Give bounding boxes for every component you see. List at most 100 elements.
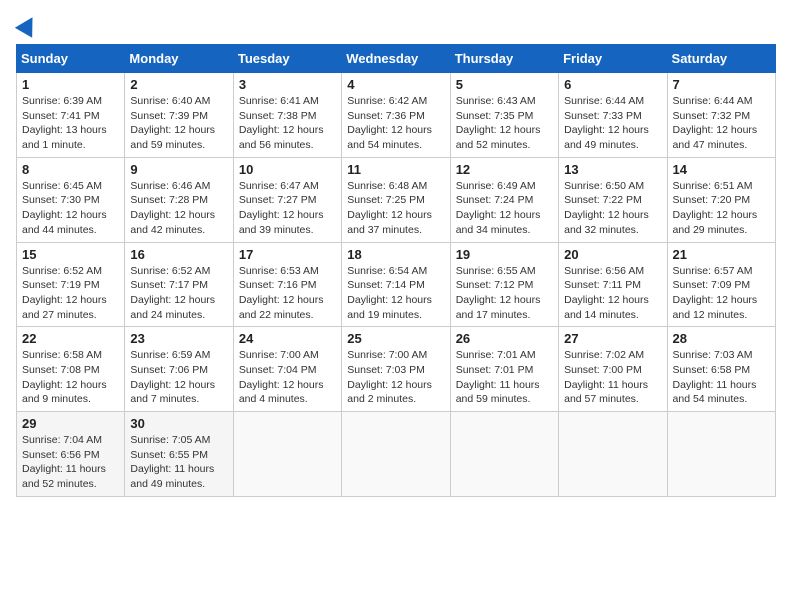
calendar-week-row: 29 Sunrise: 7:04 AM Sunset: 6:56 PM Dayl… — [17, 412, 776, 497]
day-info: Sunrise: 6:56 AM Sunset: 7:11 PM Dayligh… — [564, 264, 661, 323]
day-number: 28 — [673, 331, 770, 346]
sunset-label: Sunset: 7:01 PM — [456, 364, 534, 376]
calendar-cell: 22 Sunrise: 6:58 AM Sunset: 7:08 PM Dayl… — [17, 327, 125, 412]
day-number: 7 — [673, 77, 770, 92]
sunrise-label: Sunrise: 6:58 AM — [22, 349, 102, 361]
calendar-week-row: 15 Sunrise: 6:52 AM Sunset: 7:19 PM Dayl… — [17, 242, 776, 327]
logo — [16, 16, 38, 34]
calendar-cell — [233, 412, 341, 497]
day-number: 16 — [130, 247, 227, 262]
calendar-cell: 21 Sunrise: 6:57 AM Sunset: 7:09 PM Dayl… — [667, 242, 775, 327]
day-info: Sunrise: 6:42 AM Sunset: 7:36 PM Dayligh… — [347, 94, 444, 153]
day-info: Sunrise: 6:52 AM Sunset: 7:19 PM Dayligh… — [22, 264, 119, 323]
day-number: 21 — [673, 247, 770, 262]
sunset-label: Sunset: 7:39 PM — [130, 110, 208, 122]
col-header-wednesday: Wednesday — [342, 45, 450, 73]
day-info: Sunrise: 7:04 AM Sunset: 6:56 PM Dayligh… — [22, 433, 119, 492]
calendar-cell — [559, 412, 667, 497]
daylight-label: Daylight: 12 hours and 12 minutes. — [673, 294, 758, 321]
day-info: Sunrise: 6:58 AM Sunset: 7:08 PM Dayligh… — [22, 348, 119, 407]
sunset-label: Sunset: 7:38 PM — [239, 110, 317, 122]
sunset-label: Sunset: 7:08 PM — [22, 364, 100, 376]
day-info: Sunrise: 6:49 AM Sunset: 7:24 PM Dayligh… — [456, 179, 553, 238]
sunrise-label: Sunrise: 6:52 AM — [130, 265, 210, 277]
day-number: 27 — [564, 331, 661, 346]
calendar-cell: 28 Sunrise: 7:03 AM Sunset: 6:58 PM Dayl… — [667, 327, 775, 412]
col-header-sunday: Sunday — [17, 45, 125, 73]
daylight-label: Daylight: 12 hours and 2 minutes. — [347, 379, 432, 406]
sunset-label: Sunset: 7:17 PM — [130, 279, 208, 291]
sunset-label: Sunset: 7:14 PM — [347, 279, 425, 291]
calendar-cell: 24 Sunrise: 7:00 AM Sunset: 7:04 PM Dayl… — [233, 327, 341, 412]
day-info: Sunrise: 6:57 AM Sunset: 7:09 PM Dayligh… — [673, 264, 770, 323]
sunset-label: Sunset: 7:41 PM — [22, 110, 100, 122]
daylight-label: Daylight: 12 hours and 49 minutes. — [564, 124, 649, 151]
sunset-label: Sunset: 7:00 PM — [564, 364, 642, 376]
day-info: Sunrise: 6:55 AM Sunset: 7:12 PM Dayligh… — [456, 264, 553, 323]
calendar-cell: 12 Sunrise: 6:49 AM Sunset: 7:24 PM Dayl… — [450, 157, 558, 242]
day-info: Sunrise: 7:02 AM Sunset: 7:00 PM Dayligh… — [564, 348, 661, 407]
day-info: Sunrise: 6:40 AM Sunset: 7:39 PM Dayligh… — [130, 94, 227, 153]
day-number: 24 — [239, 331, 336, 346]
daylight-label: Daylight: 12 hours and 24 minutes. — [130, 294, 215, 321]
sunrise-label: Sunrise: 6:52 AM — [22, 265, 102, 277]
calendar-cell: 4 Sunrise: 6:42 AM Sunset: 7:36 PM Dayli… — [342, 73, 450, 158]
sunrise-label: Sunrise: 6:48 AM — [347, 180, 427, 192]
calendar-cell: 20 Sunrise: 6:56 AM Sunset: 7:11 PM Dayl… — [559, 242, 667, 327]
logo-triangle-icon — [15, 12, 41, 38]
daylight-label: Daylight: 12 hours and 56 minutes. — [239, 124, 324, 151]
daylight-label: Daylight: 11 hours and 54 minutes. — [673, 379, 757, 406]
day-number: 3 — [239, 77, 336, 92]
sunset-label: Sunset: 7:03 PM — [347, 364, 425, 376]
calendar-week-row: 22 Sunrise: 6:58 AM Sunset: 7:08 PM Dayl… — [17, 327, 776, 412]
sunset-label: Sunset: 7:33 PM — [564, 110, 642, 122]
day-number: 4 — [347, 77, 444, 92]
daylight-label: Daylight: 12 hours and 34 minutes. — [456, 209, 541, 236]
day-info: Sunrise: 6:51 AM Sunset: 7:20 PM Dayligh… — [673, 179, 770, 238]
calendar-cell: 26 Sunrise: 7:01 AM Sunset: 7:01 PM Dayl… — [450, 327, 558, 412]
daylight-label: Daylight: 12 hours and 14 minutes. — [564, 294, 649, 321]
calendar-cell: 15 Sunrise: 6:52 AM Sunset: 7:19 PM Dayl… — [17, 242, 125, 327]
day-number: 26 — [456, 331, 553, 346]
col-header-thursday: Thursday — [450, 45, 558, 73]
daylight-label: Daylight: 12 hours and 52 minutes. — [456, 124, 541, 151]
sunset-label: Sunset: 7:16 PM — [239, 279, 317, 291]
day-number: 5 — [456, 77, 553, 92]
sunset-label: Sunset: 7:32 PM — [673, 110, 751, 122]
day-number: 15 — [22, 247, 119, 262]
sunset-label: Sunset: 7:30 PM — [22, 194, 100, 206]
daylight-label: Daylight: 12 hours and 44 minutes. — [22, 209, 107, 236]
daylight-label: Daylight: 12 hours and 37 minutes. — [347, 209, 432, 236]
day-info: Sunrise: 6:52 AM Sunset: 7:17 PM Dayligh… — [130, 264, 227, 323]
sunrise-label: Sunrise: 6:59 AM — [130, 349, 210, 361]
sunrise-label: Sunrise: 6:50 AM — [564, 180, 644, 192]
day-info: Sunrise: 7:00 AM Sunset: 7:04 PM Dayligh… — [239, 348, 336, 407]
calendar-cell: 27 Sunrise: 7:02 AM Sunset: 7:00 PM Dayl… — [559, 327, 667, 412]
sunrise-label: Sunrise: 6:49 AM — [456, 180, 536, 192]
daylight-label: Daylight: 12 hours and 29 minutes. — [673, 209, 758, 236]
daylight-label: Daylight: 11 hours and 49 minutes. — [130, 463, 214, 490]
sunrise-label: Sunrise: 7:02 AM — [564, 349, 644, 361]
calendar-cell: 7 Sunrise: 6:44 AM Sunset: 7:32 PM Dayli… — [667, 73, 775, 158]
calendar-cell — [450, 412, 558, 497]
calendar-table: SundayMondayTuesdayWednesdayThursdayFrid… — [16, 44, 776, 497]
calendar-cell: 1 Sunrise: 6:39 AM Sunset: 7:41 PM Dayli… — [17, 73, 125, 158]
daylight-label: Daylight: 12 hours and 27 minutes. — [22, 294, 107, 321]
day-info: Sunrise: 6:43 AM Sunset: 7:35 PM Dayligh… — [456, 94, 553, 153]
sunset-label: Sunset: 7:04 PM — [239, 364, 317, 376]
day-number: 22 — [22, 331, 119, 346]
sunrise-label: Sunrise: 6:56 AM — [564, 265, 644, 277]
calendar-cell: 11 Sunrise: 6:48 AM Sunset: 7:25 PM Dayl… — [342, 157, 450, 242]
daylight-label: Daylight: 13 hours and 1 minute. — [22, 124, 107, 151]
sunset-label: Sunset: 7:24 PM — [456, 194, 534, 206]
daylight-label: Daylight: 12 hours and 47 minutes. — [673, 124, 758, 151]
calendar-cell: 13 Sunrise: 6:50 AM Sunset: 7:22 PM Dayl… — [559, 157, 667, 242]
calendar-cell: 9 Sunrise: 6:46 AM Sunset: 7:28 PM Dayli… — [125, 157, 233, 242]
day-number: 17 — [239, 247, 336, 262]
sunrise-label: Sunrise: 7:05 AM — [130, 434, 210, 446]
day-number: 8 — [22, 162, 119, 177]
day-number: 6 — [564, 77, 661, 92]
calendar-cell: 2 Sunrise: 6:40 AM Sunset: 7:39 PM Dayli… — [125, 73, 233, 158]
sunset-label: Sunset: 7:28 PM — [130, 194, 208, 206]
sunrise-label: Sunrise: 6:41 AM — [239, 95, 319, 107]
